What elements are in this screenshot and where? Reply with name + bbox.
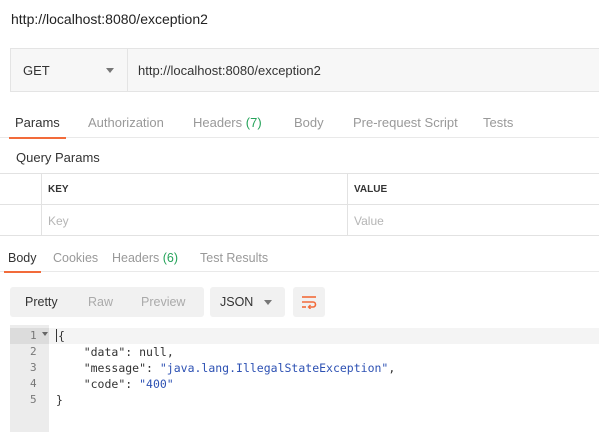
text-cursor — [56, 329, 57, 342]
tab-params[interactable]: Params — [9, 108, 66, 139]
key-column-header: KEY — [42, 174, 348, 204]
json-value: null — [139, 345, 167, 359]
preview-button[interactable]: Preview — [141, 295, 185, 309]
tab-cookies[interactable]: Cookies — [53, 246, 98, 272]
wrap-lines-button[interactable] — [293, 287, 325, 317]
tab-label: Body — [294, 115, 324, 130]
method-label: GET — [23, 62, 50, 78]
line-number: 5 — [30, 393, 37, 406]
tab-tests[interactable]: Tests — [483, 108, 513, 138]
code-line: "message": "java.lang.IllegalStateExcept… — [83, 361, 396, 375]
headers-count: (6) — [162, 251, 179, 265]
line-number: 1 — [10, 328, 49, 344]
tab-response-body[interactable]: Body — [4, 246, 40, 273]
language-select[interactable]: JSON — [210, 287, 285, 317]
raw-button[interactable]: Raw — [88, 295, 113, 309]
tab-body[interactable]: Body — [294, 108, 324, 138]
tab-headers[interactable]: Headers (7) — [193, 108, 262, 138]
tab-label: Test Results — [200, 251, 269, 265]
value-column-header: VALUE — [354, 183, 388, 195]
table-header-row: KEY VALUE — [0, 174, 599, 205]
tab-label: Headers — [193, 115, 243, 130]
response-body-editor[interactable]: 1 2 3 4 5 { "data": null, "message": "ja… — [10, 325, 599, 432]
query-params-table: KEY VALUE Key Value — [0, 173, 599, 236]
request-bar: GET http://localhost:8080/exception2 — [10, 48, 599, 92]
chevron-down-icon — [106, 67, 114, 73]
checkbox-column-header — [0, 174, 42, 204]
query-params-title: Query Params — [16, 150, 100, 165]
code-line: "code": "400" — [83, 377, 174, 391]
line-number-gutter: 1 2 3 4 5 — [10, 325, 49, 432]
line-number: 4 — [30, 377, 37, 390]
fold-arrow-icon[interactable] — [42, 332, 48, 336]
tab-label: Cookies — [53, 251, 99, 265]
window-title: http://localhost:8080/exception2 — [11, 11, 208, 27]
json-value: "java.lang.IllegalStateException" — [159, 361, 389, 375]
pretty-button[interactable]: Pretty — [25, 295, 58, 309]
code-line: { — [56, 329, 65, 343]
headers-count: (7) — [245, 115, 262, 130]
tab-label: Params — [15, 115, 60, 130]
line-number: 2 — [30, 345, 37, 358]
request-tabs: Params Authorization Headers (7) Body Pr… — [0, 108, 599, 139]
json-key: "message" — [83, 361, 147, 375]
response-tabs: Body Cookies Headers (6) Test Results — [0, 246, 599, 273]
code-line: "data": null, — [83, 345, 174, 359]
tab-test-results[interactable]: Test Results — [200, 246, 268, 272]
tab-label: Body — [8, 251, 37, 265]
code-line: } — [56, 393, 63, 407]
line-number: 3 — [30, 361, 37, 374]
key-input[interactable]: Key — [42, 205, 348, 236]
tab-label: Headers — [112, 251, 160, 265]
tab-response-headers[interactable]: Headers (6) — [112, 246, 178, 272]
tab-label: Tests — [483, 115, 514, 130]
method-select[interactable]: GET — [11, 49, 128, 91]
url-input[interactable]: http://localhost:8080/exception2 — [128, 63, 321, 78]
format-mode-group: Pretty Raw Preview — [10, 287, 204, 317]
tab-authorization[interactable]: Authorization — [88, 108, 164, 138]
tab-label: Authorization — [88, 115, 164, 130]
table-row: Key Value — [0, 205, 599, 236]
json-key: "data" — [83, 345, 126, 359]
language-label: JSON — [220, 295, 254, 309]
chevron-down-icon — [264, 299, 272, 305]
tab-label: Pre-request Script — [353, 115, 458, 130]
wrap-lines-icon — [302, 296, 317, 309]
value-input[interactable]: Value — [348, 205, 599, 236]
row-checkbox-cell[interactable] — [0, 205, 42, 236]
json-value: "400" — [139, 377, 174, 391]
current-line-highlight — [49, 328, 599, 344]
tab-pre-request-script[interactable]: Pre-request Script — [353, 108, 458, 138]
json-key: "code" — [83, 377, 126, 391]
